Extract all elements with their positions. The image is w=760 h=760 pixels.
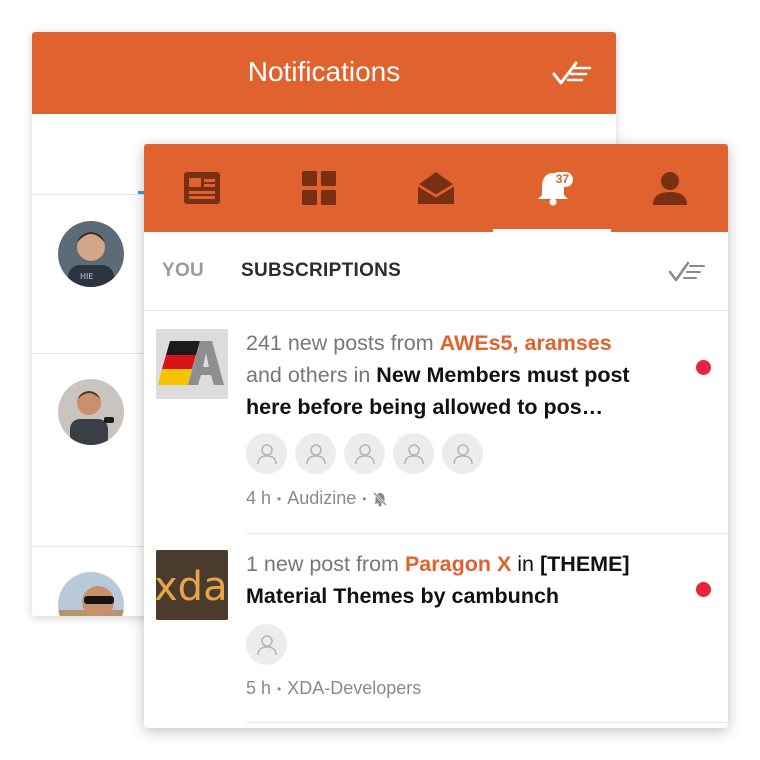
notification-time: 4 h — [246, 488, 272, 508]
front-notifications-panel: 37 YOU SUBSCRIPTIONS 241 new posts from … — [144, 144, 728, 728]
notification-middle: in — [517, 552, 535, 576]
audizine-flag-logo — [156, 329, 228, 399]
unread-indicator — [696, 582, 711, 597]
mark-all-read-icon[interactable] — [552, 59, 592, 87]
notification-count-badge: 37 — [551, 172, 574, 187]
meta-separator: • — [277, 681, 282, 696]
notification-prefix: 241 new posts from — [246, 331, 434, 355]
unread-indicator — [696, 360, 711, 375]
list-item[interactable]: xda 1 new post from Paragon X in [THEME]… — [144, 534, 728, 724]
back-header: Notifications — [32, 32, 616, 114]
news-feed-icon — [184, 172, 221, 204]
person-placeholder-icon — [246, 433, 287, 474]
person-placeholder-icon — [393, 433, 434, 474]
profile-person-icon — [652, 172, 687, 205]
person-placeholder-icon — [295, 433, 336, 474]
tab-notifications[interactable]: 37 — [494, 144, 611, 232]
participant-avatars — [246, 624, 287, 665]
top-navigation-bar: 37 — [144, 144, 728, 232]
notification-forum: Audizine — [287, 488, 357, 508]
inbox-envelope-icon — [417, 172, 455, 204]
notification-meta: 5 h • XDA-Developers — [246, 678, 421, 699]
tab-you[interactable]: YOU — [162, 260, 204, 282]
notification-prefix: 1 new post from — [246, 552, 399, 576]
sub-tabs-bar: YOU SUBSCRIPTIONS — [144, 232, 728, 311]
bell-off-icon[interactable] — [372, 491, 388, 507]
avatar — [58, 572, 124, 616]
tab-news-feed[interactable] — [144, 144, 261, 232]
meta-separator: • — [362, 491, 367, 506]
notification-text: 1 new post from Paragon X in [THEME] Mat… — [246, 548, 678, 612]
person-placeholder-icon — [344, 433, 385, 474]
person-placeholder-icon — [442, 433, 483, 474]
mark-all-read-icon[interactable] — [668, 261, 708, 283]
tab-subscriptions[interactable]: SUBSCRIPTIONS — [241, 260, 401, 282]
list-item[interactable]: 241 new posts from AWEs5, aramses and ot… — [144, 311, 728, 533]
notification-time: 5 h — [246, 678, 272, 698]
tab-profile[interactable] — [611, 144, 728, 232]
avatar — [58, 379, 124, 445]
notification-text: 241 new posts from AWEs5, aramses and ot… — [246, 327, 678, 423]
notification-users[interactable]: Paragon X — [405, 552, 511, 576]
tab-inbox[interactable] — [378, 144, 495, 232]
list-divider — [246, 722, 728, 723]
meta-separator: • — [277, 491, 282, 506]
notification-meta: 4 h • Audizine • — [246, 488, 388, 509]
svg-text:HIE: HIE — [80, 272, 93, 281]
page-title: Notifications — [247, 56, 401, 87]
notification-middle: and others in — [246, 363, 371, 387]
avatar: HIE — [58, 221, 124, 287]
tab-forums[interactable] — [261, 144, 378, 232]
participant-avatars — [246, 433, 483, 474]
svg-text:xda: xda — [156, 564, 228, 610]
notification-users[interactable]: AWEs5, aramses — [440, 331, 612, 355]
grid-forums-icon — [302, 171, 337, 205]
notification-forum: XDA-Developers — [287, 678, 422, 698]
person-placeholder-icon — [246, 624, 287, 665]
xda-logo: xda — [156, 550, 228, 620]
